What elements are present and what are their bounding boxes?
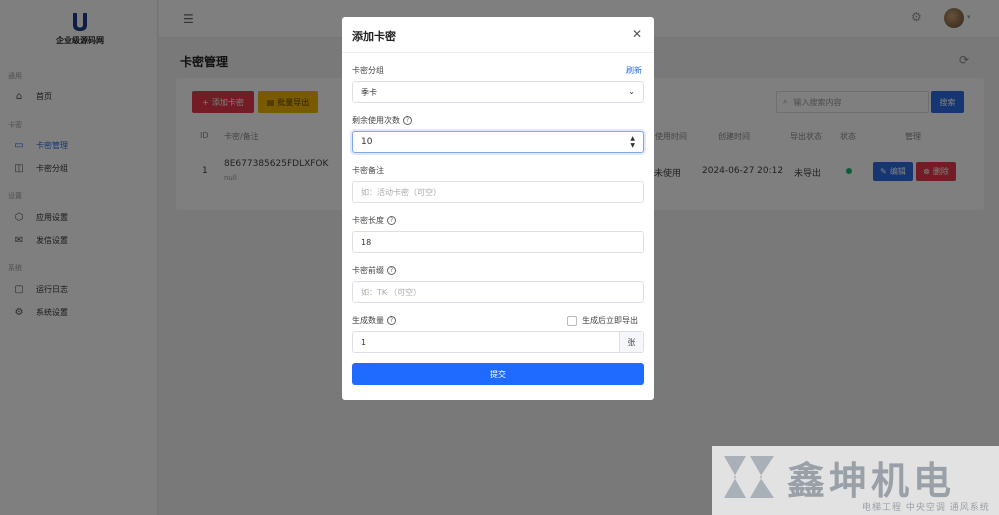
- help-icon[interactable]: ?: [387, 216, 396, 225]
- quantity-unit: 张: [619, 332, 643, 352]
- watermark-subtitle: 电梯工程 中央空调 通风系统: [862, 503, 990, 513]
- length-label-text: 卡密长度: [352, 216, 384, 225]
- prefix-input[interactable]: 如：TK-（可空）: [352, 281, 644, 303]
- quantity-label: 生成数量 ?: [352, 315, 396, 326]
- prefix-placeholder: 如：TK-（可空）: [361, 287, 422, 297]
- refresh-groups-link[interactable]: 刷新: [626, 65, 642, 76]
- uses-label: 剩余使用次数 ?: [352, 115, 412, 126]
- quantity-label-text: 生成数量: [352, 316, 384, 325]
- group-label: 卡密分组: [352, 65, 384, 76]
- uses-label-text: 剩余使用次数: [352, 116, 400, 125]
- group-label-text: 卡密分组: [352, 66, 384, 75]
- watermark-logo-icon: [724, 456, 774, 498]
- submit-button[interactable]: 提交: [352, 363, 644, 385]
- help-icon[interactable]: ?: [403, 116, 412, 125]
- export-checkbox-label: 生成后立即导出: [582, 316, 638, 325]
- watermark: 鑫坤机电 电梯工程 中央空调 通风系统: [712, 446, 999, 515]
- length-input[interactable]: 18: [352, 231, 644, 253]
- close-icon[interactable]: ✕: [632, 27, 642, 41]
- modal-title: 添加卡密: [352, 30, 396, 43]
- prefix-label: 卡密前缀 ?: [352, 265, 396, 276]
- prefix-label-text: 卡密前缀: [352, 266, 384, 275]
- quantity-input[interactable]: 1: [353, 332, 619, 352]
- uses-input[interactable]: 10 ▲ ▼: [352, 131, 644, 153]
- length-label: 卡密长度 ?: [352, 215, 396, 226]
- export-after-generate-option[interactable]: 生成后立即导出: [567, 315, 638, 326]
- number-spinner-icon[interactable]: ▲ ▼: [630, 135, 635, 149]
- help-icon[interactable]: ?: [387, 266, 396, 275]
- help-icon[interactable]: ?: [387, 316, 396, 325]
- uses-input-value: 10: [361, 137, 373, 147]
- chevron-down-icon: ⌄: [628, 87, 635, 96]
- note-label: 卡密备注: [352, 165, 384, 176]
- modal-header: 添加卡密 ✕: [342, 17, 654, 53]
- note-label-text: 卡密备注: [352, 166, 384, 175]
- group-select-value: 季卡: [361, 87, 377, 97]
- watermark-title: 鑫坤机电: [787, 459, 956, 503]
- note-placeholder: 如：活动卡密（可空）: [361, 187, 441, 197]
- add-card-modal: 添加卡密 ✕ 卡密分组 刷新 季卡 ⌄ 剩余使用次数 ? 10 ▲ ▼ 卡密备注 …: [342, 17, 654, 400]
- group-select[interactable]: 季卡 ⌄: [352, 81, 644, 103]
- length-input-value: 18: [361, 237, 372, 247]
- export-checkbox[interactable]: [567, 315, 577, 326]
- note-input[interactable]: 如：活动卡密（可空）: [352, 181, 644, 203]
- quantity-input-group: 1 张: [352, 331, 644, 353]
